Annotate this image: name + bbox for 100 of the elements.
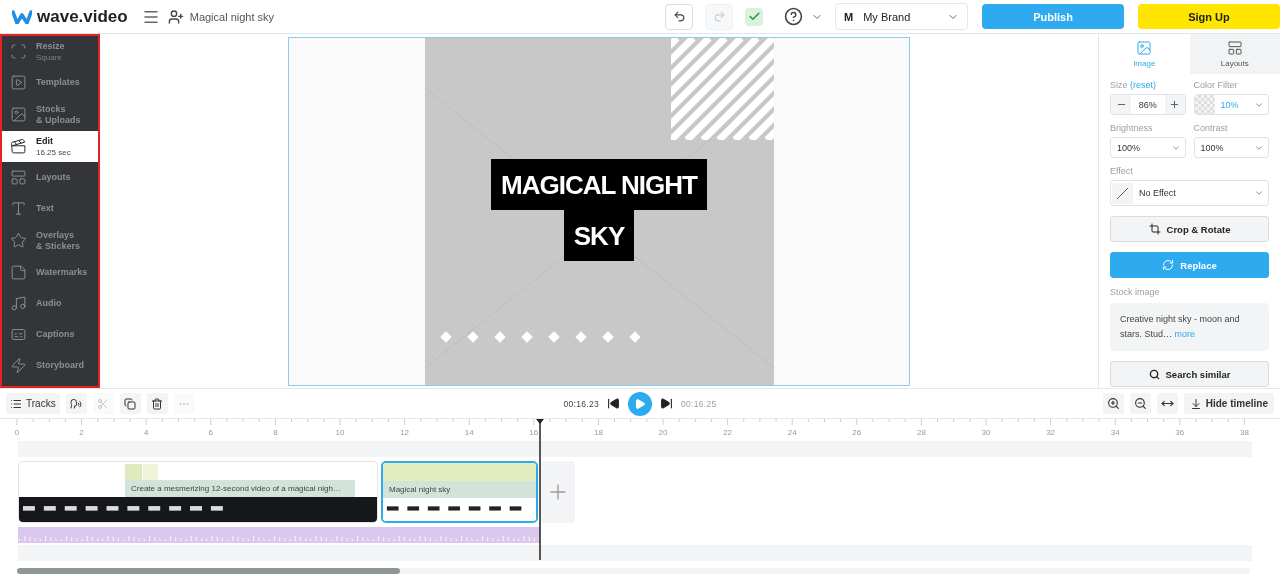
zoom-out-button[interactable]	[1129, 393, 1151, 414]
undo-button[interactable]	[665, 3, 693, 30]
fit-button[interactable]	[1156, 393, 1178, 414]
sidebar-item-label: Stocks & Uploads	[36, 103, 81, 126]
sidebar-item-label: Overlays & Stickers	[36, 229, 81, 252]
clip-label: Magical night sky	[383, 481, 536, 498]
ruler-label: 20	[658, 428, 668, 437]
sidebar-item-label: Layouts	[36, 172, 71, 183]
arrow-down-icon	[1189, 397, 1202, 410]
ruler-label: 26	[852, 428, 862, 437]
add-clip-button[interactable]	[541, 461, 575, 523]
ruler-label: 4	[143, 428, 149, 437]
hide-timeline-button[interactable]: Hide timeline	[1183, 393, 1274, 414]
sidebar-item-label: Templates	[36, 77, 80, 88]
contrast-select[interactable]: 100%	[1193, 137, 1269, 158]
title-text[interactable]: MAGICAL NIGHT	[491, 158, 707, 210]
sidebar-item[interactable]: Storyboard	[2, 350, 98, 381]
ruler-label: 0	[14, 428, 20, 437]
sidebar-item[interactable]: Templates	[2, 67, 98, 98]
sidebar-item[interactable]: Audio	[2, 288, 98, 319]
transparency-swatch	[1194, 95, 1215, 114]
saved-check-button[interactable]	[745, 7, 763, 26]
lightning-icon	[10, 357, 27, 374]
sidebar-item-label: Text	[36, 203, 54, 214]
ruler-label: 32	[1046, 428, 1056, 437]
effect-select[interactable]: No Effect	[1110, 180, 1269, 206]
contrast-label: Contrast	[1193, 123, 1229, 133]
search-icon	[1148, 368, 1160, 380]
sidebar-item-label: Storyboard	[36, 360, 84, 371]
brand-select[interactable]: M My Brand	[835, 3, 968, 30]
voice-button[interactable]	[65, 393, 87, 414]
sidebar-item[interactable]: Overlays & Stickers	[2, 224, 98, 257]
size-value[interactable]: 86%	[1131, 99, 1165, 110]
sidebar-item[interactable]: Edit 16.25 sec	[2, 131, 98, 162]
delete-button[interactable]	[146, 393, 168, 414]
sign-up-button[interactable]: Sign Up	[1138, 4, 1280, 29]
sidebar-item-label: Captions	[36, 329, 75, 340]
brightness-select[interactable]: 100%	[1110, 137, 1186, 158]
captions-icon	[10, 326, 27, 343]
search-similar-button[interactable]: Search similar	[1110, 361, 1269, 387]
undo-icon	[672, 10, 686, 23]
sidebar-item[interactable]: Stocks & Uploads	[2, 98, 98, 131]
ruler-label: 12	[400, 428, 410, 437]
ruler-label: 24	[787, 428, 797, 437]
sidebar-item-sublabel: Square	[36, 51, 63, 63]
music-icon	[10, 295, 27, 312]
ruler-label: 18	[593, 428, 603, 437]
text-icon	[10, 200, 27, 217]
clapperboard-icon	[10, 138, 27, 155]
skip-back-icon	[607, 397, 620, 410]
ruler-label: 34	[1110, 428, 1120, 437]
sidebar-item[interactable]: Watermarks	[2, 257, 98, 288]
resize-icon	[10, 43, 27, 60]
brightness-label: Brightness	[1110, 123, 1154, 133]
image-icon	[10, 106, 27, 123]
scrollbar-thumb[interactable]	[17, 568, 400, 574]
play-button[interactable]	[628, 391, 652, 416]
copy-button[interactable]	[119, 393, 141, 414]
increase-button[interactable]	[1164, 95, 1185, 114]
ruler-label: 2	[79, 428, 84, 437]
effect-label: Effect	[1110, 166, 1134, 176]
ruler-label: 16	[529, 428, 539, 437]
sidebar-item-label: Watermarks	[36, 267, 88, 278]
layout-icon	[10, 169, 27, 186]
title-text[interactable]: SKY	[563, 209, 635, 261]
panel-tab[interactable]: Layouts	[1189, 34, 1280, 74]
zoom-in-button[interactable]	[1102, 393, 1124, 414]
scissors-icon	[97, 397, 110, 410]
skip-back-button[interactable]	[607, 397, 620, 410]
sidebar-item-label: Audio	[36, 298, 62, 309]
crop-rotate-button[interactable]: Crop & Rotate	[1110, 216, 1269, 242]
image-clip[interactable]: Magical night sky	[381, 461, 538, 523]
size-label: Size (reset)	[1110, 80, 1158, 90]
sidebar-item[interactable]: Resize Square	[2, 36, 98, 67]
project-title[interactable]: Magical night sky	[189, 10, 275, 23]
clip-label: Create a mesmerizing 12-second video of a magical nigh…	[125, 480, 355, 497]
add-user-icon[interactable]	[167, 8, 184, 25]
plus-icon	[1169, 99, 1180, 110]
video-clip[interactable]: Create a mesmerizing 12-second video of a magical nigh…	[18, 461, 378, 523]
image-icon	[1136, 40, 1153, 56]
sidebar-item[interactable]: Text	[2, 193, 98, 224]
play-icon	[634, 397, 646, 410]
copy-icon	[124, 397, 137, 410]
crop-icon	[1148, 223, 1161, 235]
stock-description: Creative night sky - moon and stars. Stud… more	[1110, 303, 1269, 351]
refresh-icon	[1162, 259, 1175, 271]
check-icon	[747, 10, 761, 23]
color-filter-label: Color Filter	[1193, 80, 1239, 90]
ruler-label: 6	[208, 428, 213, 437]
ruler-label: 36	[1175, 428, 1185, 437]
voice-icon	[70, 397, 83, 410]
ruler-label: 22	[723, 428, 733, 437]
help-icon	[783, 7, 803, 26]
no-effect-icon	[1112, 182, 1133, 204]
sidebar-item-sublabel: 16.25 sec	[36, 146, 71, 158]
skip-forward-button[interactable]	[660, 397, 673, 410]
sidebar-item[interactable]: Layouts	[2, 162, 98, 193]
tracks-button[interactable]: Tracks	[6, 393, 60, 414]
sticky-note-icon	[10, 264, 27, 281]
sidebar-item[interactable]: Captions	[2, 319, 98, 350]
